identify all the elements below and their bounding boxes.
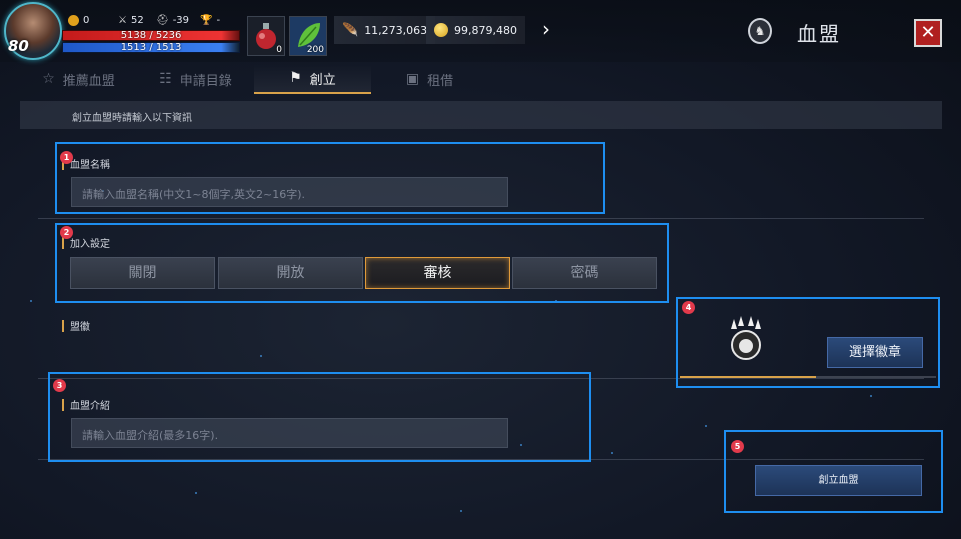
annotation-box-4: [676, 297, 940, 388]
helmet-icon: ⛑: [156, 15, 169, 26]
instruction-text: 創立血盟時請輸入以下資訊: [72, 113, 192, 124]
potion-count: 0: [276, 45, 282, 55]
annotation-box-2: [55, 223, 669, 303]
annotation-badge-1: 1: [60, 151, 73, 164]
rent-icon: ▣: [405, 71, 420, 87]
stat-group-2: ⚔ 52: [118, 15, 144, 26]
stat-group-1: 0: [68, 15, 89, 26]
gold-amount: 99,879,480: [454, 23, 517, 37]
tab-label: 推薦血盟: [62, 73, 115, 89]
gold-coin-icon: [434, 23, 448, 37]
flag-icon: ⚑: [289, 70, 302, 86]
tab-applications[interactable]: ☷ 申請目錄: [137, 64, 254, 94]
energy-icon: [68, 15, 79, 26]
star-icon: ☆: [42, 71, 55, 87]
silver-currency: 🪶 11,273,063: [334, 16, 436, 44]
annotation-box-3: [48, 372, 591, 462]
emblem-label-text: 盟徽: [70, 322, 90, 333]
tab-label: 申請目錄: [179, 73, 232, 89]
hp-text: 5138 / 5236: [120, 30, 182, 41]
stat-group-3: ⛑ -39: [156, 15, 189, 26]
silver-icon: 🪶: [342, 22, 359, 38]
mp-bar: 1513 / 1513: [62, 42, 240, 53]
tab-label: 租借: [427, 73, 454, 89]
tab-create[interactable]: ⚑ 創立: [254, 64, 371, 94]
silver-amount: 11,273,063: [364, 23, 428, 37]
annotation-badge-2: 2: [60, 226, 73, 239]
emblem-label: 盟徽: [62, 318, 90, 333]
annotation-badge-4: 4: [682, 301, 695, 314]
player-level: 80: [8, 37, 29, 55]
tab-label: 創立: [309, 72, 336, 88]
tab-rent[interactable]: ▣ 租借: [371, 64, 488, 94]
trophy-icon: 🏆: [200, 15, 213, 26]
page-title: 血盟: [797, 22, 841, 46]
divider: [38, 218, 924, 219]
leaf-count: 200: [306, 45, 324, 55]
stat-group-4: 🏆 -: [200, 15, 220, 26]
gold-currency: 99,879,480: [426, 16, 525, 44]
tab-bar: ☆ 推薦血盟 ☷ 申請目錄 ⚑ 創立 ▣ 租借: [20, 64, 941, 94]
sword-icon: ⚔: [118, 15, 127, 26]
hp-bar: 5138 / 5236: [62, 30, 240, 41]
item-slot-potion[interactable]: 0: [247, 16, 285, 56]
list-check-icon: ☷: [159, 71, 172, 87]
close-icon: ✕: [920, 22, 936, 43]
currency-expand-button[interactable]: ›: [534, 16, 558, 44]
annotation-badge-5: 5: [731, 440, 744, 453]
tab-recommended[interactable]: ☆ 推薦血盟: [20, 64, 137, 94]
clan-emblem-icon: ♞: [748, 18, 772, 44]
mp-text: 1513 / 1513: [120, 42, 182, 53]
item-slot-leaf[interactable]: 200: [289, 16, 327, 56]
stat-value-1: 0: [83, 15, 90, 26]
annotation-box-1: [55, 142, 605, 214]
form-instruction: 創立血盟時請輸入以下資訊: [20, 101, 942, 129]
stat-value-4: -: [216, 15, 221, 26]
annotation-badge-3: 3: [53, 379, 66, 392]
stat-value-2: 52: [130, 15, 144, 26]
close-button[interactable]: ✕: [914, 19, 942, 47]
annotation-box-5: [724, 430, 943, 513]
stat-value-3: -39: [172, 15, 190, 26]
